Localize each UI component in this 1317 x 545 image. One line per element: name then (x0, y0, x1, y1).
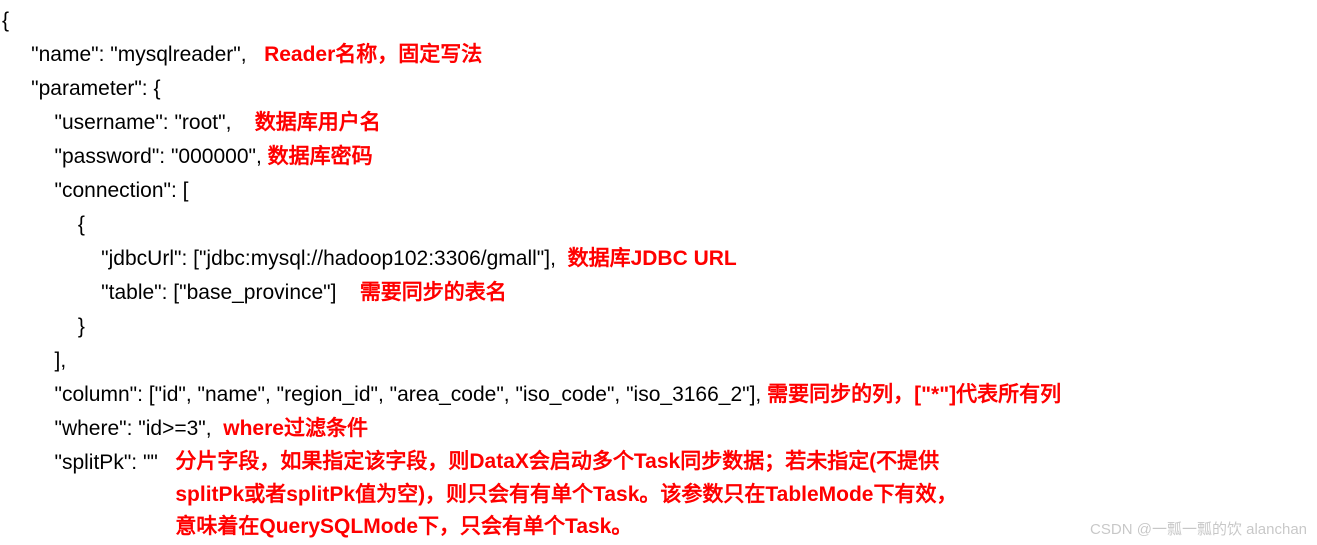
code-line: "parameter": { (2, 77, 160, 100)
annotation-splitpk: 分片字段，如果指定该字段，则DataX会启动多个Task同步数据；若未指定(不提… (175, 446, 957, 544)
annotation-jdbcurl: 数据库JDBC URL (568, 247, 737, 270)
code-line: "connection": [ (2, 179, 189, 202)
code-line: "splitPk": "" (2, 451, 175, 474)
code-line: "username": "root", (2, 111, 255, 134)
annotation-splitpk-line3: 意味着在QuerySQLMode下，只会有单个Task。 (175, 515, 632, 538)
annotation-splitpk-line1: 分片字段，如果指定该字段，则DataX会启动多个Task同步数据；若未指定(不提… (175, 450, 939, 473)
annotation-username: 数据库用户名 (255, 111, 381, 134)
code-line: "password": "000000", (2, 145, 268, 168)
code-line: "name": "mysqlreader", (2, 43, 264, 66)
annotation-where: where过滤条件 (223, 417, 368, 440)
code-line: "table": ["base_province"] (2, 281, 360, 304)
annotation-password: 数据库密码 (268, 145, 373, 168)
annotation-table: 需要同步的表名 (360, 281, 507, 304)
code-line: { (2, 9, 9, 32)
code-line: } (2, 315, 85, 338)
annotation-splitpk-line2: splitPk或者splitPk值为空)，则只会有有单个Task。该参数只在Ta… (175, 483, 957, 506)
code-line: { (2, 213, 85, 236)
code-line: "jdbcUrl": ["jdbc:mysql://hadoop102:3306… (2, 247, 568, 270)
watermark-text: CSDN @一瓢一瓢的饮 alanchan (1090, 518, 1307, 539)
code-line: "column": ["id", "name", "region_id", "a… (2, 383, 767, 406)
annotation-name: Reader名称，固定写法 (264, 43, 482, 66)
code-line: "where": "id>=3", (2, 417, 223, 440)
annotation-column: 需要同步的列，["*"]代表所有列 (767, 383, 1061, 406)
code-line: ], (2, 349, 66, 372)
json-config-block: { "name": "mysqlreader", Reader名称，固定写法 "… (0, 0, 1317, 545)
